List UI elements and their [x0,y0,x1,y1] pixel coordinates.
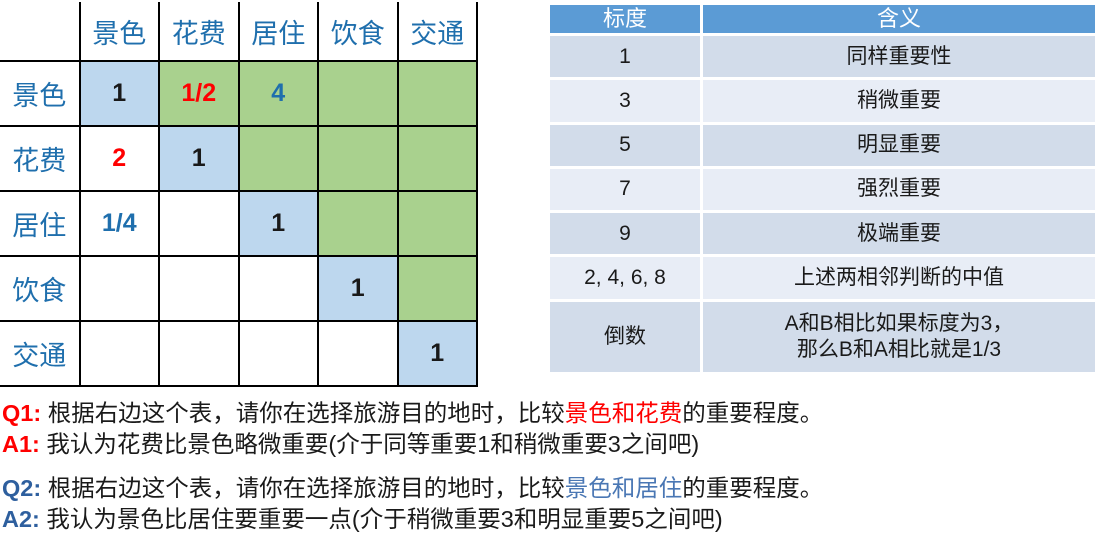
qa-group-1: Q1: 根据右边这个表，请你在选择旅游目的地时，比较景色和花费的重要程度。 A1… [2,398,1096,459]
matrix-cell-0-3 [317,60,399,127]
matrix-cell-2-0: 1/4 [78,190,160,257]
scale-row: 7 强烈重要 [550,168,1095,211]
answer-2-text: 我认为景色比居住要重要一点(介于稍微重要3和明显重要5之间吧) [39,505,723,532]
scale-meaning-2: 明显重要 [703,124,1095,166]
scale-value-1: 3 [550,80,700,122]
matrix-column-header-0: 景色 [78,2,160,62]
matrix-row: 居住 1/4 1 [0,190,478,257]
scale-row: 3 稍微重要 [550,80,1095,122]
qa-group-2: Q2: 根据右边这个表，请你在选择旅游目的地时，比较景色和居住的重要程度。 A2… [2,473,1096,534]
scale-meaning-5: 上述两相邻判断的中值 [703,257,1095,299]
matrix-column-header-1: 花费 [158,2,240,62]
matrix-row: 交通 1 [0,320,478,387]
scale-meaning-3: 强烈重要 [703,168,1095,211]
question-2-text-after: 的重要程度。 [682,475,824,502]
scale-meaning-0: 同样重要性 [703,36,1095,78]
matrix-cell-2-3 [317,190,399,257]
matrix-row-header-4: 交通 [0,320,81,387]
matrix-cell-4-1 [158,320,240,387]
scale-meaning-6-line2: 那么B和A相比就是1/3 [796,337,1002,361]
matrix-cell-2-4 [396,190,478,257]
question-2-line: Q2: 根据右边这个表，请你在选择旅游目的地时，比较景色和居住的重要程度。 [2,473,1096,504]
matrix-column-header-2: 居住 [237,2,319,62]
scale-value-6: 倒数 [550,301,700,372]
answer-2-line: A2: 我认为景色比居住要重要一点(介于稍微重要3和明显重要5之间吧) [2,504,1096,535]
matrix-cell-3-2 [237,255,319,322]
matrix-cell-3-4 [396,255,478,322]
matrix-cell-4-2 [237,320,319,387]
question-1-highlight: 景色和花费 [564,400,683,426]
matrix-cell-0-2: 4 [237,60,319,127]
matrix-row: 饮食 1 [0,255,478,322]
matrix-cell-4-3 [317,320,399,387]
answer-1-tag: A1: [2,430,40,457]
answer-2-tag: A2: [2,505,40,532]
scale-row: 倒数 A和B相比如果标度为3， 那么B和A相比就是1/3 [550,301,1095,372]
matrix-cell-1-0: 2 [78,125,160,192]
matrix-corner-cell [0,2,81,62]
matrix-row-header-2: 居住 [0,190,81,257]
scale-row: 2, 4, 6, 8 上述两相邻判断的中值 [550,257,1095,299]
matrix-cell-0-0: 1 [78,60,160,127]
qa-block: Q1: 根据右边这个表，请你在选择旅游目的地时，比较景色和花费的重要程度。 A1… [2,398,1096,548]
scale-meaning-1: 稍微重要 [703,80,1095,122]
saaty-scale-table: 标度 含义 1 同样重要性 3 稍微重要 5 明显重要 7 强烈重要 9 极端重… [547,2,1098,375]
matrix-cell-3-3: 1 [317,255,399,322]
matrix-row: 花费 2 1 [0,125,478,192]
matrix-cell-0-4 [396,60,478,127]
matrix-cell-4-4: 1 [396,320,478,387]
matrix-row-header-1: 花费 [0,125,81,192]
question-2-text-before: 根据右边这个表，请你在选择旅游目的地时，比较 [41,475,565,502]
matrix-cell-1-2 [237,125,319,192]
matrix-row-header-3: 饮食 [0,255,81,322]
matrix-cell-3-1 [158,255,240,322]
pairwise-comparison-matrix: 景色 花费 居住 饮食 交通 景色 1 1/2 4 花费 2 1 居住 1/4 … [0,2,478,387]
matrix-row-header-0: 景色 [0,60,81,127]
answer-1-line: A1: 我认为花费比景色略微重要(介于同等重要1和稍微重要3之间吧) [2,429,1096,460]
scale-value-3: 7 [550,168,700,211]
answer-1-text: 我认为花费比景色略微重要(介于同等重要1和稍微重要3之间吧) [39,430,700,457]
scale-value-0: 1 [550,36,700,78]
scale-meaning-6-line1: A和B相比如果标度为3， [784,311,1014,335]
matrix-row: 景色 1 1/2 4 [0,60,478,127]
matrix-cell-2-2: 1 [237,190,319,257]
scale-row: 9 极端重要 [550,213,1095,255]
matrix-cell-2-1 [158,190,240,257]
matrix-cell-1-1: 1 [158,125,240,192]
question-2-tag: Q2: [2,475,42,502]
scale-value-4: 9 [550,213,700,255]
matrix-column-header-3: 饮食 [317,2,399,62]
scale-header-meaning: 含义 [703,5,1095,33]
question-1-tag: Q1: [2,400,42,426]
matrix-cell-0-1: 1/2 [158,60,240,127]
question-1-line: Q1: 根据右边这个表，请你在选择旅游目的地时，比较景色和花费的重要程度。 [2,398,1096,429]
scale-row: 5 明显重要 [550,124,1095,166]
question-1-text-after: 的重要程度。 [682,400,824,426]
matrix-cell-3-0 [78,255,160,322]
matrix-header-row: 景色 花费 居住 饮食 交通 [0,2,478,62]
scale-meaning-4: 极端重要 [703,213,1095,255]
scale-value-5: 2, 4, 6, 8 [550,257,700,299]
matrix-cell-1-4 [396,125,478,192]
scale-row: 1 同样重要性 [550,36,1095,78]
matrix-column-header-4: 交通 [396,2,478,62]
question-2-highlight: 景色和居住 [564,475,683,502]
matrix-cell-1-3 [317,125,399,192]
scale-header-scale: 标度 [550,5,700,33]
scale-meaning-6: A和B相比如果标度为3， 那么B和A相比就是1/3 [703,301,1095,372]
matrix-cell-4-0 [78,320,160,387]
question-1-text-before: 根据右边这个表，请你在选择旅游目的地时，比较 [41,400,565,426]
scale-value-2: 5 [550,124,700,166]
scale-header-row: 标度 含义 [550,5,1095,33]
